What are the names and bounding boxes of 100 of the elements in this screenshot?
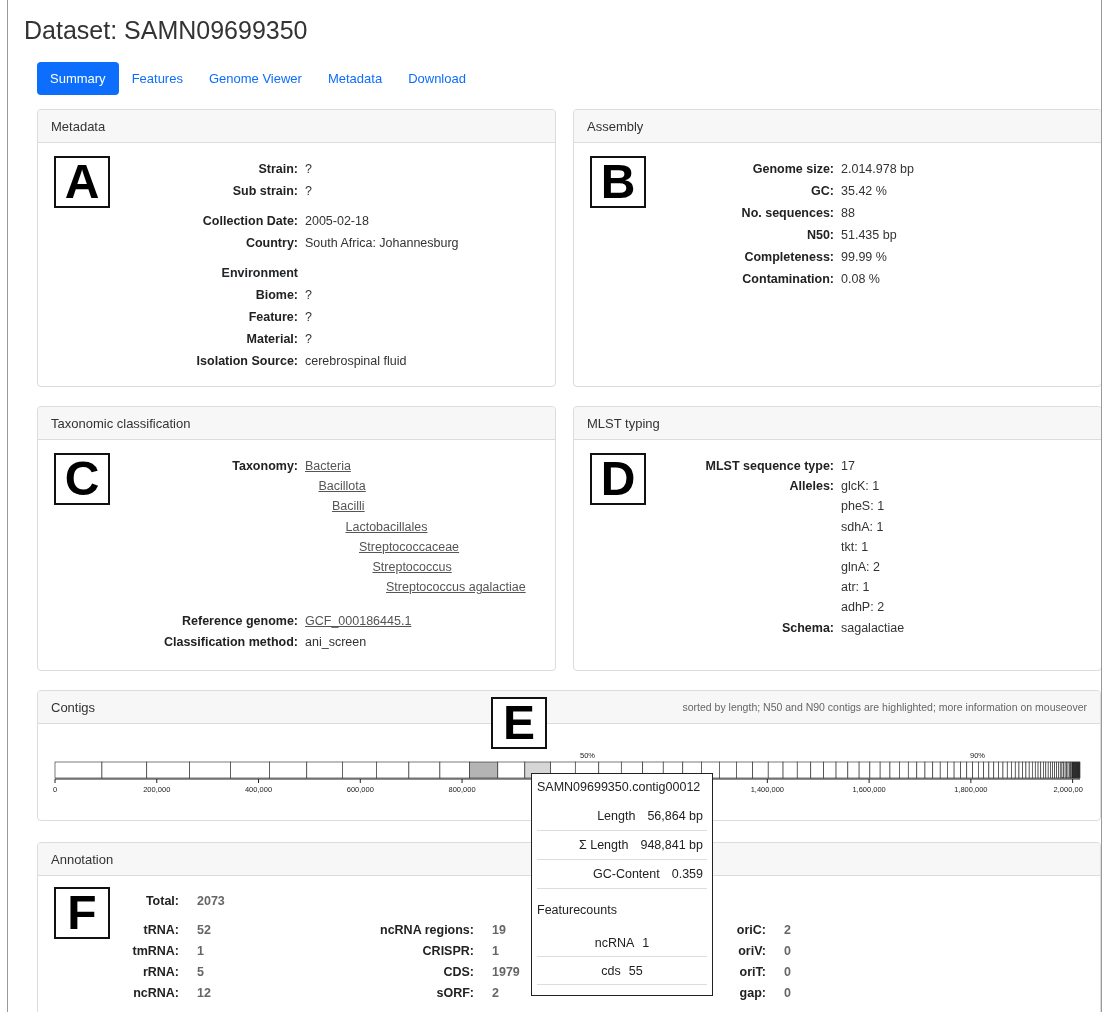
field-label: Completeness: <box>743 249 834 266</box>
field-value: cerebrospinal fluid <box>305 353 408 370</box>
tooltip-label: cds <box>601 963 621 978</box>
tooltip-value: 948,841 bp <box>640 838 703 852</box>
allele-value: sdhA: 1 <box>841 518 884 536</box>
field-value: 51.435 bp <box>841 227 898 244</box>
field-label: oriT: <box>739 964 766 981</box>
field-label: Classification method: <box>162 633 298 651</box>
field-label: Schema: <box>780 619 834 637</box>
allele-value: glnA: 2 <box>841 559 880 576</box>
tooltip-value: 1 <box>642 935 650 950</box>
tab[interactable]: Summary <box>37 62 119 95</box>
field-label: Strain: <box>257 161 298 178</box>
allele-value: atr: 1 <box>841 579 870 597</box>
field-label: No. sequences: <box>740 205 834 222</box>
field-value: 0.08 % <box>841 271 881 288</box>
taxonomy-link[interactable]: Bacillota <box>318 479 366 494</box>
field-label: Material: <box>245 331 298 348</box>
field-label: Total: <box>145 893 179 910</box>
field-label: Alleles: <box>788 478 834 496</box>
field-value: 99.99 % <box>841 249 888 266</box>
field-value: 0 <box>784 985 791 1002</box>
tooltip-label: Length <box>596 809 636 823</box>
tooltip-label: Σ Length <box>578 838 629 852</box>
tooltip-value: 0.359 <box>671 867 703 881</box>
page-title: Dataset: SAMN09699350 <box>24 16 308 45</box>
field-value: 5 <box>197 964 204 981</box>
contig-bar-drawing[interactable] <box>54 761 1081 779</box>
field-value: 12 <box>197 985 211 1002</box>
field-value: 1979 <box>492 964 520 981</box>
tooltip-section-title: Featurecounts <box>537 903 618 917</box>
taxonomy-link[interactable]: Streptococcus agalactiae <box>386 580 526 595</box>
allele-value: glcK: 1 <box>841 478 880 496</box>
card-title: Metadata <box>51 118 106 134</box>
field-label: Country: <box>244 235 298 252</box>
panel-letter: C <box>54 453 110 505</box>
field-label: Feature: <box>247 309 298 326</box>
taxonomy-link[interactable]: Bacilli <box>332 499 365 514</box>
field-label: rRNA: <box>142 964 179 981</box>
field-value: South Africa: Johannesburg <box>305 235 460 252</box>
field-value: ? <box>305 309 313 326</box>
field-label: sORF: <box>436 985 474 1002</box>
card-title: Assembly <box>587 118 644 134</box>
tooltip-value: 55 <box>628 963 643 978</box>
tooltip-value: 56,864 bp <box>647 809 703 823</box>
taxonomy-link[interactable]: Streptococcaceae <box>359 539 460 554</box>
field-label: Collection Date: <box>201 213 298 230</box>
tab[interactable]: Download <box>395 62 479 95</box>
taxonomy-link[interactable]: Streptococcus <box>372 560 452 574</box>
field-label: Sub strain: <box>231 183 298 200</box>
card-title: Contigs <box>51 699 96 715</box>
field-value: 2 <box>492 985 499 1002</box>
field-value: ani_screen <box>305 633 368 651</box>
field-label: tRNA: <box>143 922 179 939</box>
contigs-note: sorted by length; N50 and N90 contigs are highlighted; more information on mouseover <box>682 701 1087 713</box>
field-label: ncRNA regions: <box>380 922 474 939</box>
field-value: 2073 <box>197 893 225 910</box>
allele-value: adhP: 2 <box>841 599 885 617</box>
field-value: ? <box>305 161 313 178</box>
card-title: MLST typing <box>587 415 660 431</box>
field-label: CDS: <box>443 964 474 981</box>
field-label: Isolation Source: <box>195 353 298 370</box>
tooltip-label: GC-Content <box>592 867 660 881</box>
tab[interactable]: Genome Viewer <box>195 62 315 95</box>
section-heading: Environment <box>220 265 298 282</box>
field-label: N50: <box>805 227 834 244</box>
field-value: 17 <box>841 458 856 475</box>
field-label: MLST sequence type: <box>704 458 834 475</box>
card-title: Annotation <box>51 851 114 867</box>
field-value: 52 <box>197 922 211 939</box>
field-label: CRISPR: <box>422 943 474 960</box>
field-value: ? <box>305 287 313 304</box>
reference-genome-link[interactable]: GCF_000186445.1 <box>305 614 412 629</box>
card-title: Taxonomic classification <box>51 415 191 431</box>
field-value: 0 <box>784 964 791 981</box>
tooltip-label: ncRNA <box>594 935 635 950</box>
field-value: sagalactiae <box>841 619 906 637</box>
field-value: 35.42 % <box>841 183 888 200</box>
field-label: oriV: <box>738 943 766 960</box>
field-value: 2005-02-18 <box>305 213 370 230</box>
taxonomy-link[interactable]: Bacteria <box>305 459 351 473</box>
field-value: 2 <box>784 922 791 939</box>
panel-letter: E <box>491 697 547 749</box>
field-value: 88 <box>841 205 856 222</box>
tab[interactable]: Features <box>118 62 196 95</box>
field-value: 1 <box>492 943 499 960</box>
field-label: tmRNA: <box>132 943 179 960</box>
taxonomy-link[interactable]: Lactobacillales <box>345 519 428 534</box>
field-value: ? <box>305 183 313 200</box>
field-label: Reference genome: <box>181 613 298 631</box>
field-value: 19 <box>492 922 506 939</box>
tooltip-title: SAMN09699350.contig00012 <box>537 780 702 794</box>
field-label: Contamination: <box>741 271 834 288</box>
field-label: Taxonomy: <box>231 458 298 475</box>
field-value: 1 <box>197 943 204 960</box>
field-value: 2.014.978 bp <box>841 161 915 178</box>
field-label: Genome size: <box>751 161 834 178</box>
field-value: 0 <box>784 943 791 960</box>
field-label: GC: <box>810 183 834 200</box>
tab[interactable]: Metadata <box>314 62 396 95</box>
